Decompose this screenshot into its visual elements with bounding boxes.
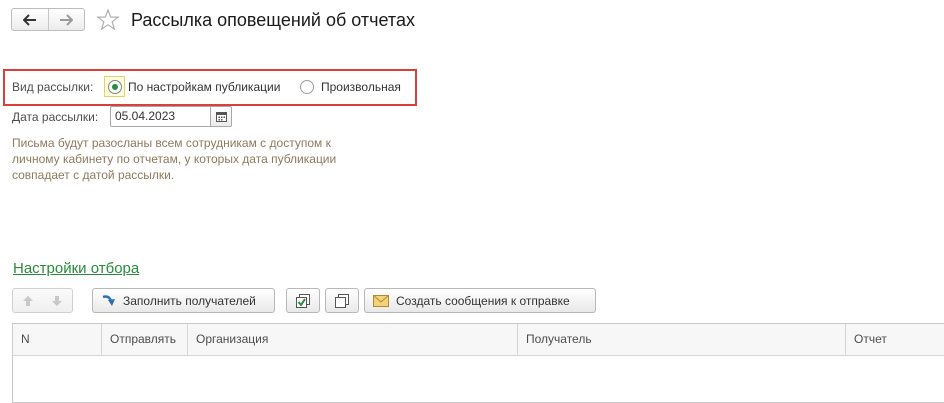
arrow-down-icon xyxy=(52,295,63,306)
info-note-line: личному кабинету по отчетам, у которых д… xyxy=(12,152,337,166)
recipients-table: N Отправлять Организация Получатель Отче… xyxy=(12,323,944,403)
favorite-button[interactable] xyxy=(96,8,120,32)
calendar-icon xyxy=(215,112,227,122)
column-header-recipient[interactable]: Получатель xyxy=(517,324,845,355)
radio-custom[interactable] xyxy=(300,80,314,94)
navigation-buttons xyxy=(11,8,85,31)
check-all-icon xyxy=(296,293,310,308)
star-icon xyxy=(96,8,120,31)
table-header: N Отправлять Организация Получатель Отче… xyxy=(13,324,944,356)
radio-publication-settings[interactable] xyxy=(108,80,122,94)
column-header-organization[interactable]: Организация xyxy=(187,324,517,355)
forward-button[interactable] xyxy=(47,9,85,30)
column-header-send[interactable]: Отправлять xyxy=(101,324,187,355)
move-buttons xyxy=(12,288,73,313)
info-note: Письма будут разосланы всем сотрудникам … xyxy=(12,135,392,183)
uncheck-all-icon xyxy=(335,293,349,308)
radio-custom-label[interactable]: Произвольная xyxy=(321,80,401,94)
curved-arrow-icon xyxy=(102,294,115,306)
info-note-line: совпадает с датой рассылки. xyxy=(12,168,175,182)
check-all-button[interactable] xyxy=(286,288,320,313)
fill-recipients-label: Заполнить получателей xyxy=(123,293,256,308)
create-messages-label: Создать сообщения к отправке xyxy=(396,293,570,308)
column-header-report[interactable]: Отчет xyxy=(845,324,944,355)
column-header-n[interactable]: N xyxy=(13,324,101,355)
date-label: Дата рассылки: xyxy=(12,110,99,124)
envelope-icon xyxy=(373,294,389,307)
arrow-up-icon xyxy=(22,295,33,306)
radio-publication-settings-label[interactable]: По настройкам публикации xyxy=(128,80,280,94)
filter-settings-link[interactable]: Настройки отбора xyxy=(13,260,139,277)
date-input[interactable]: 05.04.2023 xyxy=(110,106,212,127)
move-down-button[interactable] xyxy=(43,289,73,312)
create-messages-button[interactable]: Создать сообщения к отправке xyxy=(364,288,596,313)
calendar-button[interactable] xyxy=(210,106,232,127)
arrow-right-icon xyxy=(60,13,74,26)
uncheck-all-button[interactable] xyxy=(325,288,359,313)
back-button[interactable] xyxy=(12,9,48,30)
info-note-line: Письма будут разосланы всем сотрудникам … xyxy=(12,136,331,150)
delivery-type-label: Вид рассылки: xyxy=(12,80,94,94)
move-up-button[interactable] xyxy=(13,289,43,312)
arrow-left-icon xyxy=(22,13,36,26)
page-title: Рассылка оповещений об отчетах xyxy=(131,10,415,30)
fill-recipients-button[interactable]: Заполнить получателей xyxy=(92,288,275,313)
